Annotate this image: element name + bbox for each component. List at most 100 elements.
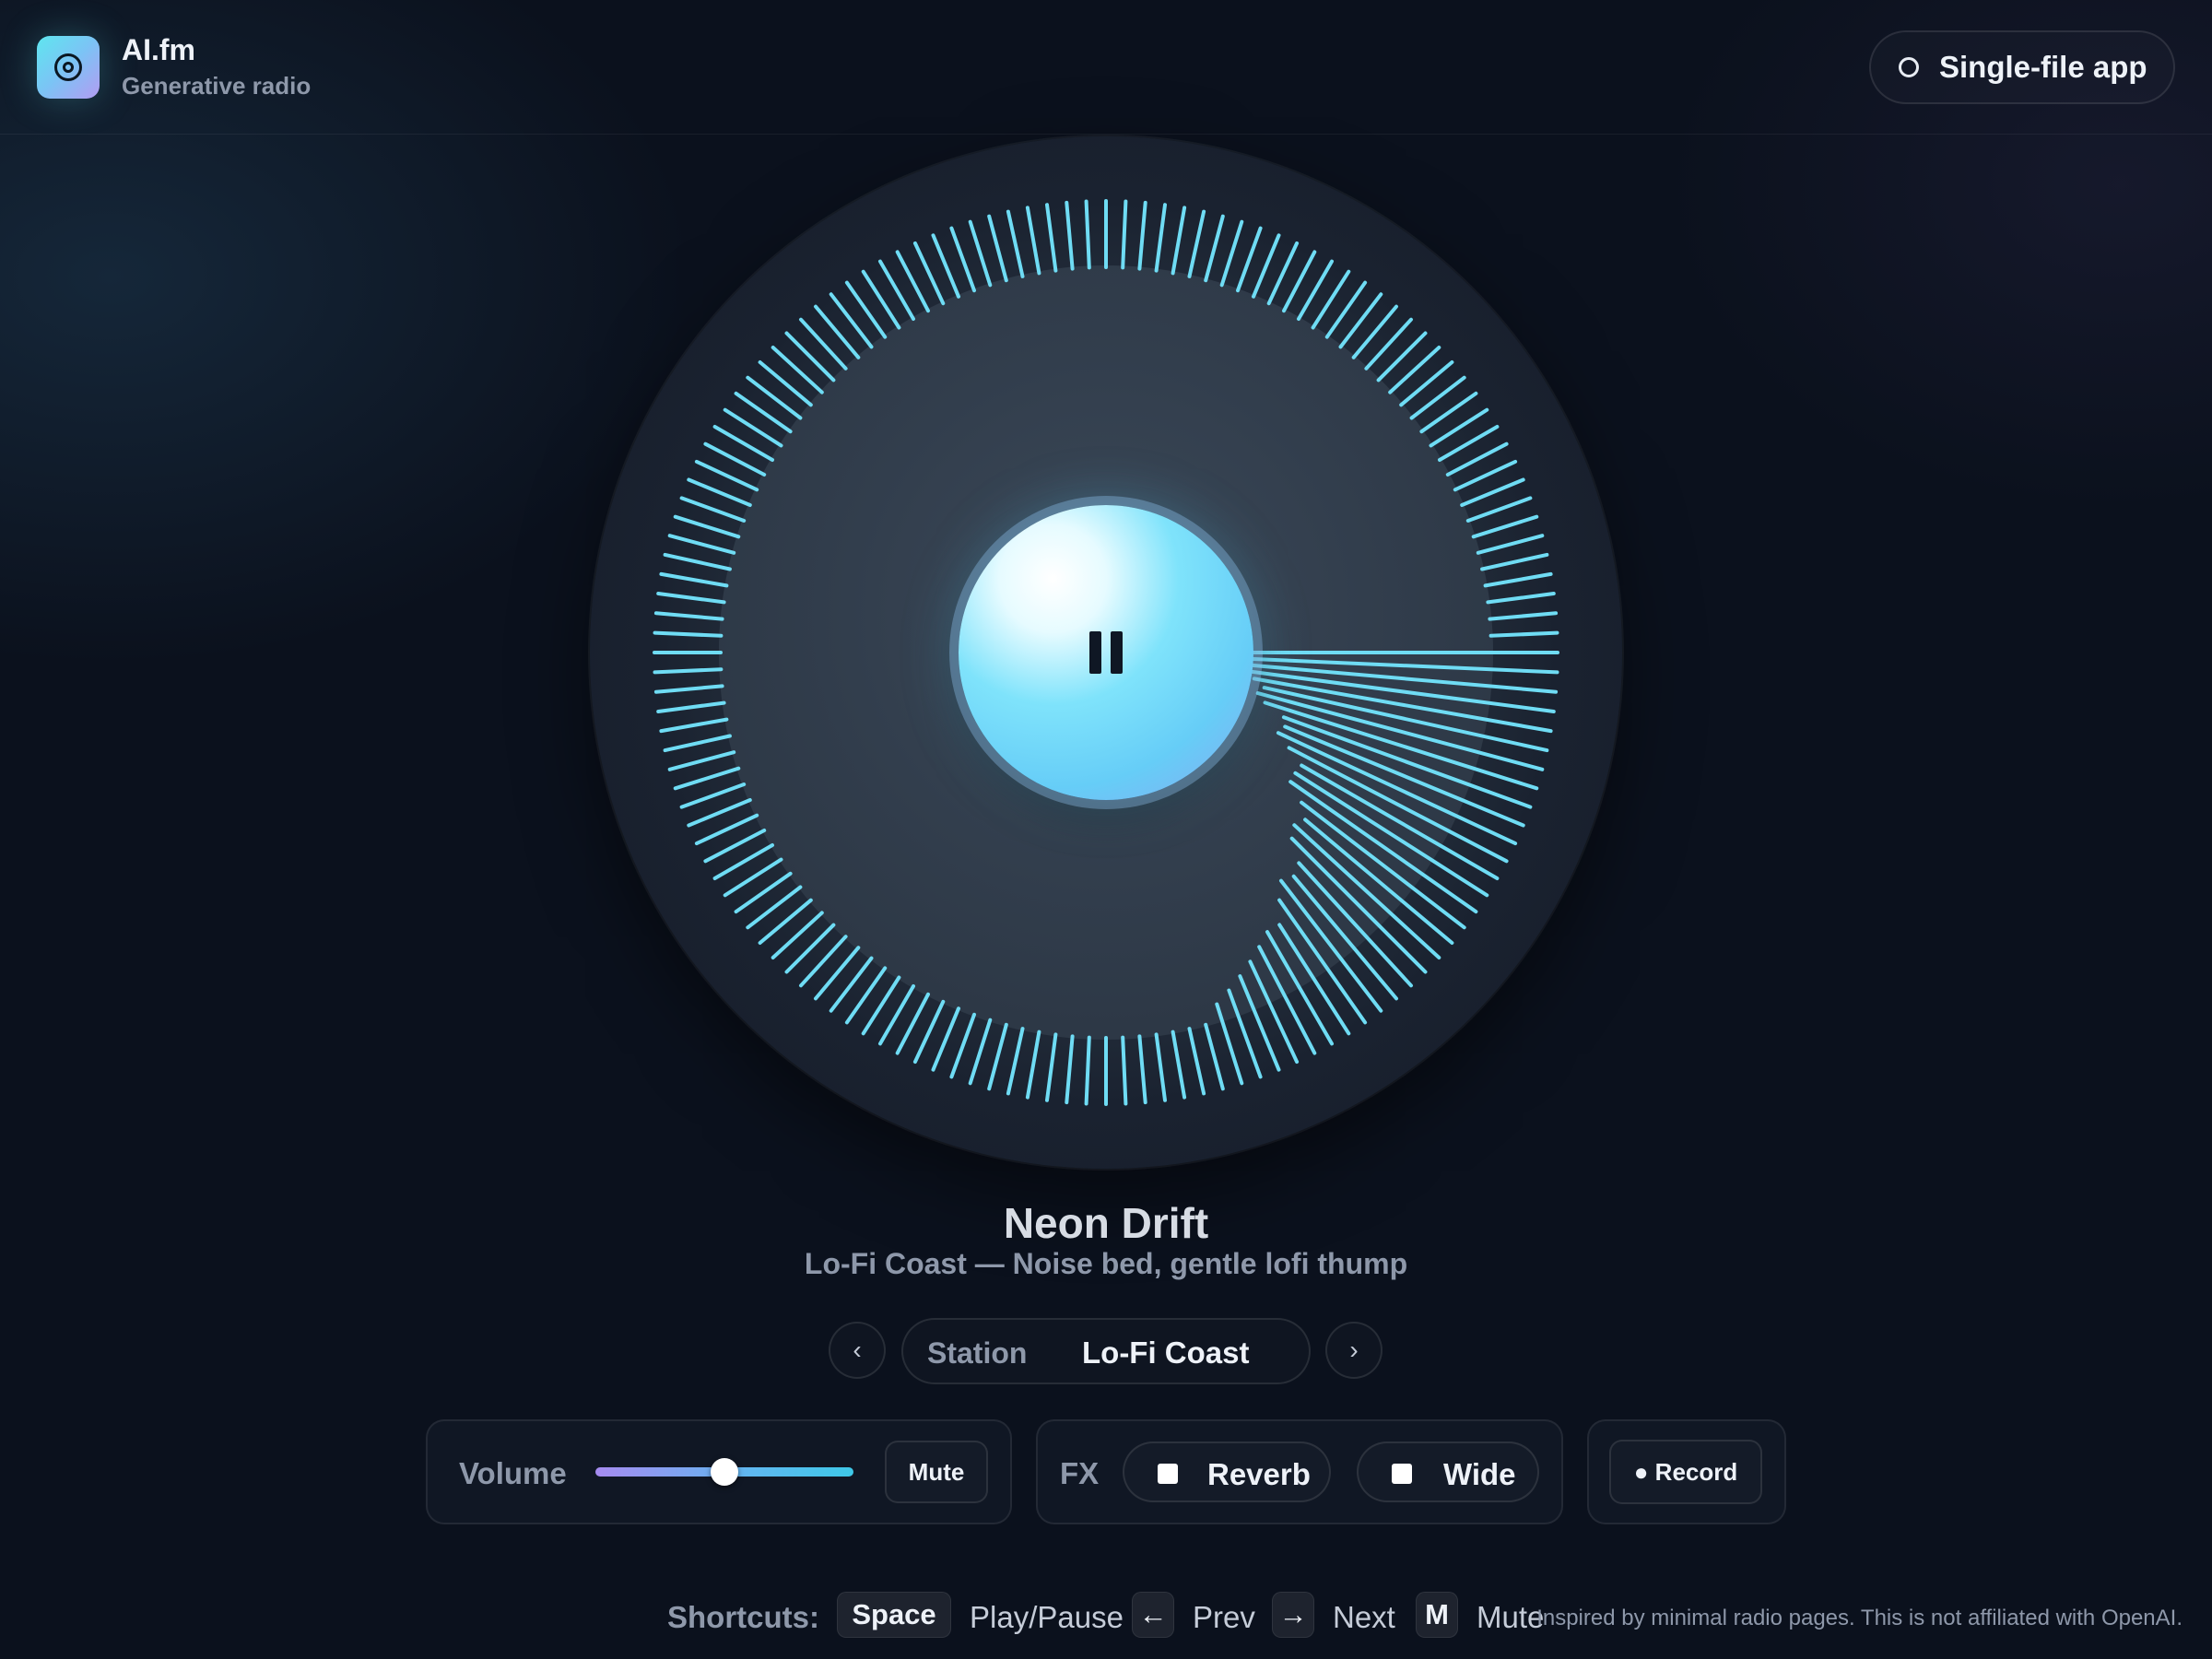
spectrum-bar <box>1137 200 1147 271</box>
mute-button[interactable]: Mute <box>885 1441 988 1503</box>
reverb-checkbox[interactable] <box>1158 1464 1178 1484</box>
spectrum-bar <box>656 700 726 713</box>
spectrum-bar <box>1311 269 1351 330</box>
footer-note: Inspired by minimal radio pages. This is… <box>1536 1606 2183 1630</box>
shortcuts-heading: Shortcuts: <box>667 1600 819 1634</box>
spectrum-bar <box>673 766 741 791</box>
kbd-right-arrow: → <box>1272 1592 1314 1638</box>
spectrum-bar <box>1324 280 1368 339</box>
spectrum-bar <box>758 360 813 407</box>
spectrum-bar <box>1006 1027 1025 1096</box>
spectrum-bar <box>1471 514 1539 539</box>
spectrum-bar <box>1045 1032 1058 1102</box>
spectrum-bar <box>949 1012 976 1079</box>
wide-label: Wide <box>1443 1457 1516 1491</box>
spectrum-bar <box>663 552 732 571</box>
track-title: Neon Drift <box>1003 1199 1209 1247</box>
spectrum-bar <box>667 534 736 555</box>
top-bar: AI.fm Generative radio Single-file app <box>0 0 2212 135</box>
spectrum-bar <box>723 857 783 898</box>
spectrum-bar <box>1154 1032 1167 1102</box>
spectrum-bar <box>1364 317 1413 371</box>
app-subtitle: Generative radio <box>122 72 312 100</box>
spectrum-bar <box>1137 1034 1147 1105</box>
spectrum-bar <box>656 592 726 605</box>
spectrum-bar <box>1171 1030 1187 1100</box>
record-button[interactable]: ● Record <box>1609 1440 1762 1504</box>
spectrum-bar <box>968 1018 993 1086</box>
spectrum-bar <box>814 946 861 1001</box>
shortcut-action-play-pause: Play/Pause <box>970 1600 1124 1634</box>
spectrum-bar <box>799 935 848 988</box>
radio-waves-icon <box>37 36 100 99</box>
station-label: Station <box>927 1336 1028 1370</box>
spectrum-bar <box>1204 1022 1225 1091</box>
spectrum-bar <box>1084 1035 1091 1106</box>
next-station-button[interactable]: › <box>1325 1322 1382 1379</box>
spectrum-bar <box>667 750 736 771</box>
spectrum-bar <box>1025 206 1041 276</box>
reverb-label: Reverb <box>1207 1457 1311 1491</box>
spectrum-bar <box>1045 203 1058 273</box>
spectrum-bar <box>829 292 874 349</box>
fx-label: FX <box>1060 1456 1100 1490</box>
chevron-right-icon: › <box>1349 1335 1359 1364</box>
kbd-m: M <box>1416 1592 1458 1638</box>
spectrum-bar <box>679 496 747 523</box>
spectrum-bar <box>1187 1027 1206 1096</box>
spectrum-bar <box>1488 611 1559 621</box>
spectrum-bar <box>1409 375 1466 420</box>
spectrum-bar <box>653 611 724 621</box>
shortcut-action-next: Next <box>1333 1600 1395 1634</box>
spectrum-bar <box>1277 898 1368 1025</box>
shortcut-action-prev: Prev <box>1193 1600 1255 1634</box>
spectrum-bar <box>723 407 783 448</box>
spectrum-bar <box>1465 496 1533 523</box>
spectrum-bar <box>746 375 803 420</box>
spectrum-bar <box>1232 656 1559 675</box>
single-file-app-badge[interactable]: Single-file app <box>1869 30 2175 104</box>
spectrum-bar <box>659 571 729 588</box>
spectrum-bar <box>1219 219 1244 288</box>
spectrum-bar <box>1236 226 1263 293</box>
reverb-toggle[interactable]: Reverb <box>1123 1441 1331 1502</box>
spectrum-bar <box>1277 923 1351 1036</box>
prev-station-button[interactable]: ‹ <box>829 1322 886 1379</box>
spectrum-bar <box>1204 214 1225 283</box>
spectrum-bar <box>1419 391 1478 434</box>
spectrum-bar <box>653 684 724 694</box>
spectrum-bar <box>673 514 741 539</box>
spectrum-bar <box>653 630 724 638</box>
spectrum-bar <box>987 214 1008 283</box>
circle-icon <box>1899 57 1919 77</box>
wide-checkbox[interactable] <box>1392 1464 1412 1484</box>
spectrum-bar <box>1291 874 1398 1001</box>
app-title: AI.fm <box>122 33 195 66</box>
spectrum-bar <box>814 304 861 359</box>
spectrum-bar <box>1154 203 1167 273</box>
spectrum-bar <box>987 1022 1008 1091</box>
station-selector[interactable]: Station Lo-Fi Coast <box>901 1318 1311 1384</box>
spectrum-bar <box>844 280 888 339</box>
kbd-space: Space <box>837 1592 951 1638</box>
spectrum-bar <box>861 975 901 1036</box>
spectrum-bar <box>1476 534 1545 555</box>
spectrum-bar <box>734 871 793 914</box>
spectrum-bar <box>1227 988 1263 1079</box>
pause-icon <box>1089 631 1123 674</box>
spectrum-bar <box>1488 630 1559 638</box>
spectrum-bar <box>968 219 993 288</box>
wide-toggle[interactable]: Wide <box>1357 1441 1539 1502</box>
spectrum-bar <box>659 717 729 734</box>
spectrum-bar <box>1065 1034 1075 1105</box>
spectrum-bar <box>949 226 976 293</box>
spectrum-bar <box>1480 552 1549 571</box>
spectrum-bar <box>1187 209 1206 278</box>
spectrum-bar <box>758 898 813 945</box>
spectrum-bar <box>746 885 803 930</box>
play-pause-button[interactable] <box>959 505 1253 800</box>
spectrum-bar <box>1121 1035 1128 1106</box>
volume-label: Volume <box>459 1456 567 1490</box>
kbd-left-arrow: ← <box>1132 1592 1174 1638</box>
volume-slider-thumb[interactable] <box>711 1458 738 1486</box>
